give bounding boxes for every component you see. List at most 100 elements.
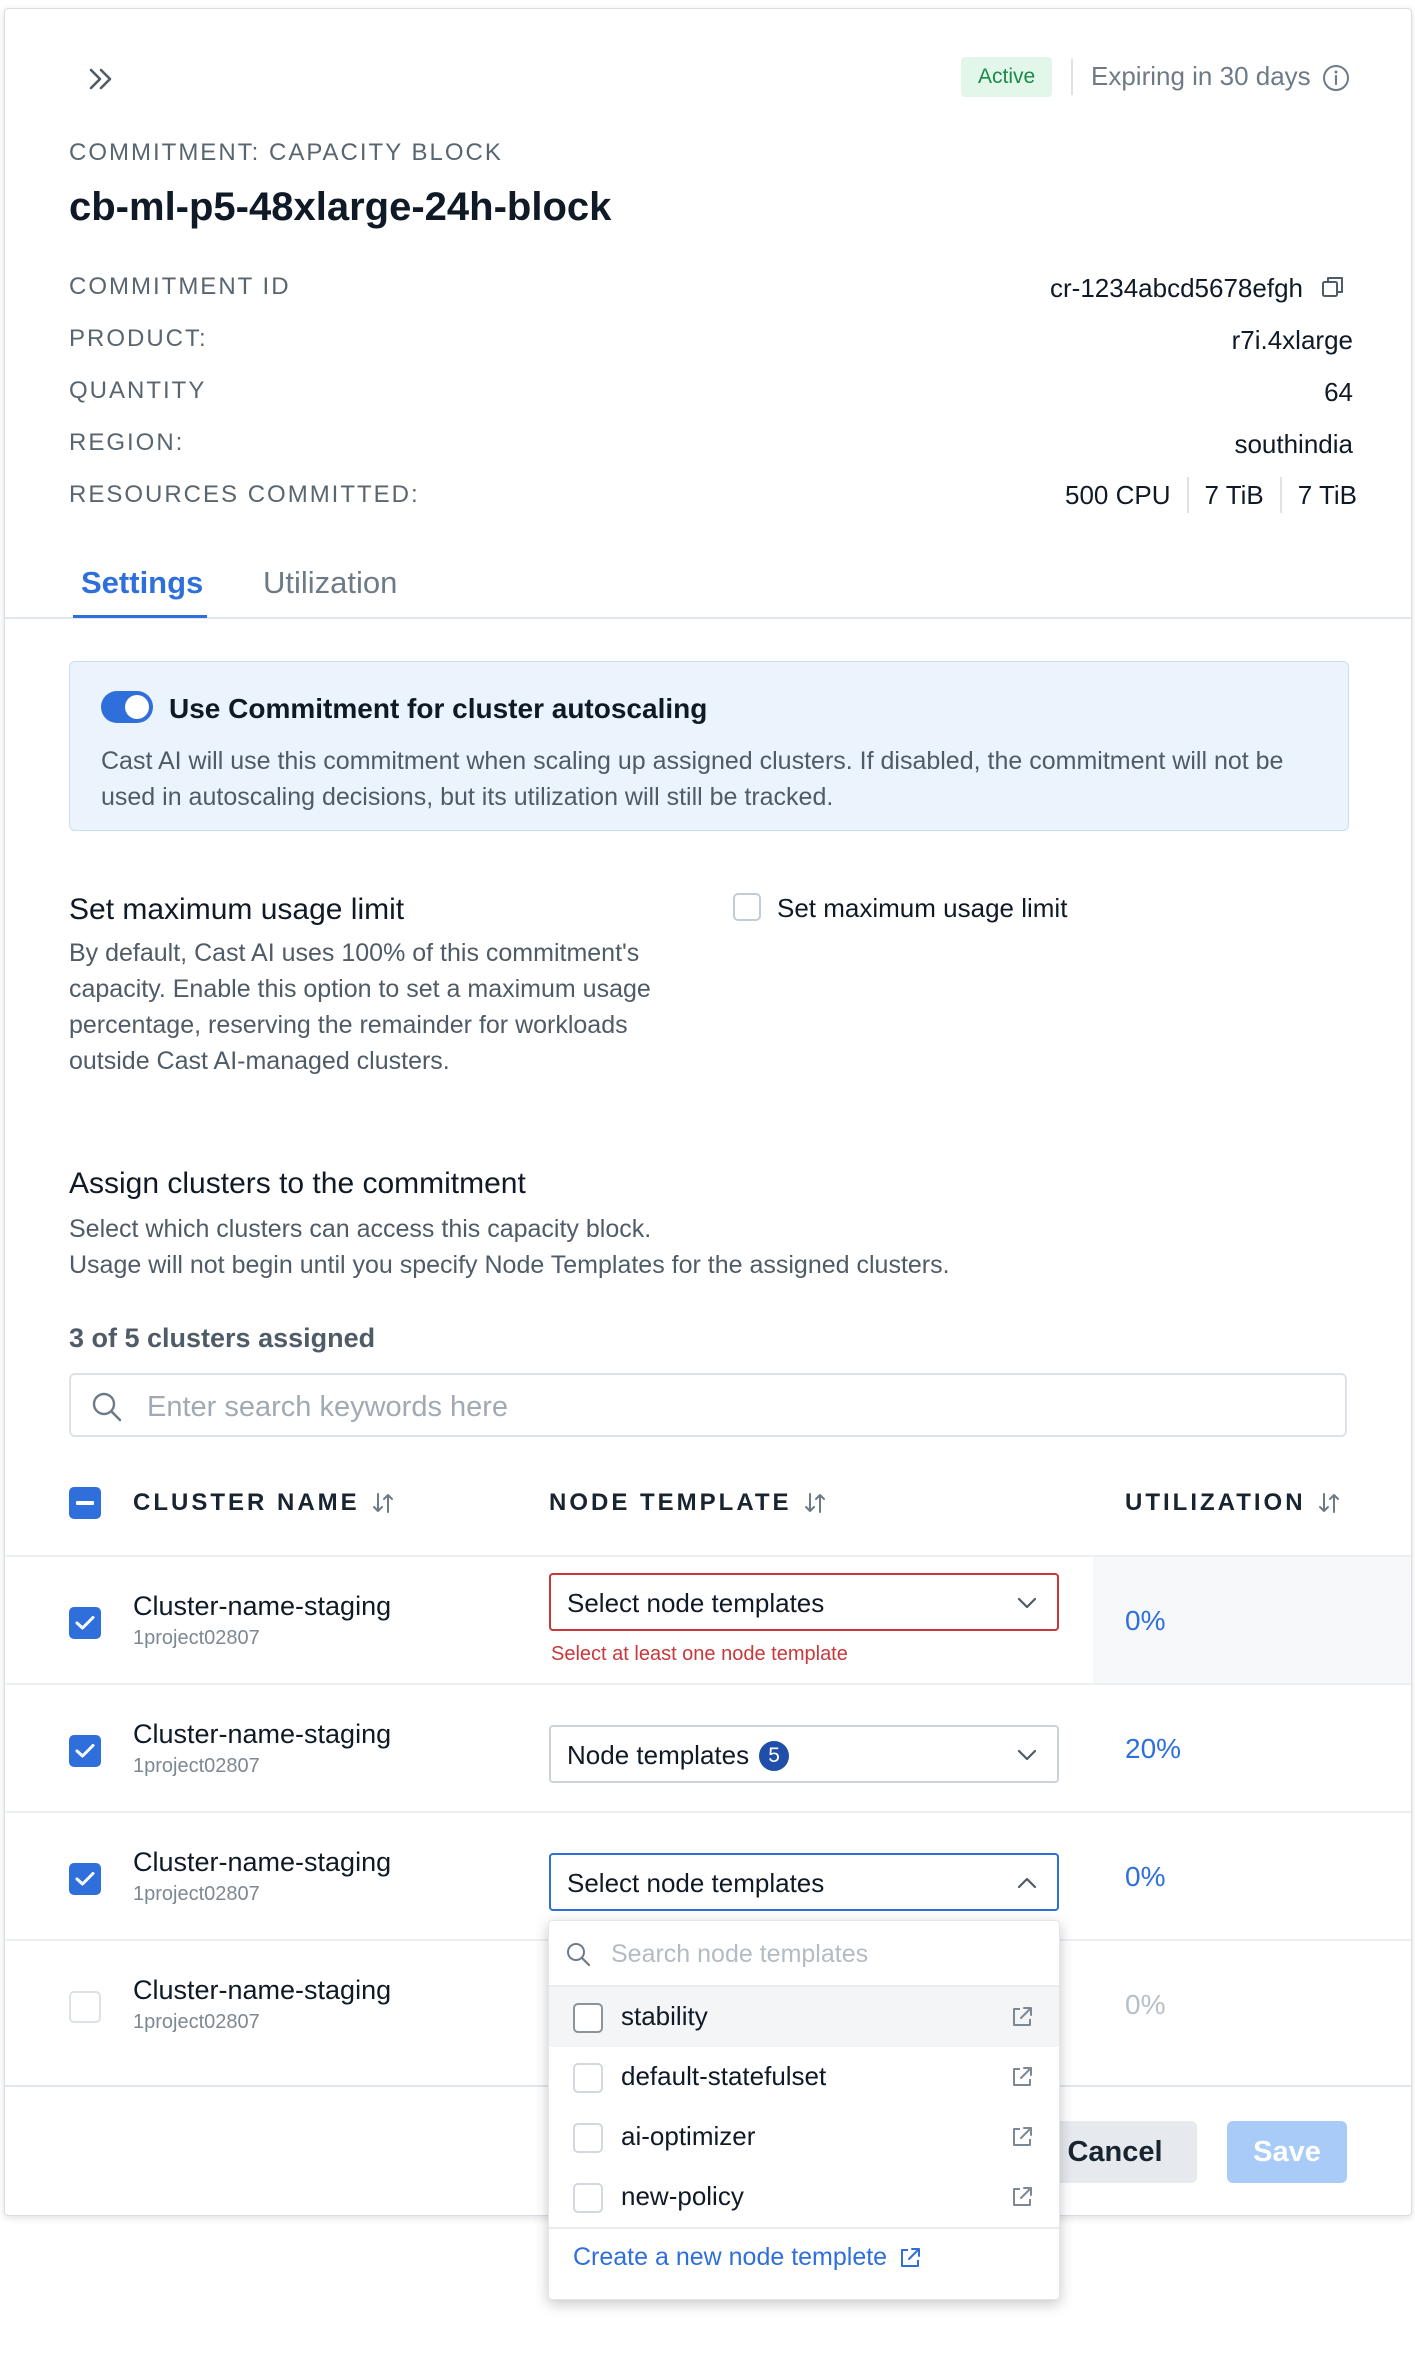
usage-limit-checkbox-label[interactable]: Set maximum usage limit [777,893,1067,924]
cluster-name: Cluster-name-staging [133,1975,392,2005]
save-button[interactable]: Save [1227,2121,1347,2183]
row-checkbox[interactable] [69,1735,101,1767]
product-value: r7i.4xlarge [1231,325,1353,355]
external-link-icon[interactable] [1009,2064,1035,2090]
row-checkbox[interactable] [69,1863,101,1895]
utilization-value: 0% [1125,1989,1166,2020]
search-placeholder: Enter search keywords here [147,1391,509,1423]
column-header-cluster-name[interactable]: CLUSTER NAME [133,1489,396,1517]
column-header-label: NODE TEMPLATE [549,1489,792,1516]
quantity-label: QUANTITY [69,377,207,404]
external-link-icon[interactable] [1009,2004,1035,2030]
select-value: Select node templates [567,1868,825,1898]
region-value: southindia [1234,429,1353,459]
node-template-select[interactable]: Node templates 5 [549,1725,1059,1783]
utilization-value[interactable]: 20% [1125,1733,1181,1765]
node-template-select-open[interactable]: Select node templates [549,1853,1059,1911]
select-value: Node templates 5 [567,1740,790,1771]
chevron-down-icon [1017,1749,1037,1761]
row-divider [5,1683,1411,1685]
option-label: ai-optimizer [621,2121,756,2151]
dropdown-option[interactable]: stability [549,1987,1059,2047]
column-header-label: UTILIZATION [1125,1489,1306,1516]
commitment-drawer: Active Expiring in 30 days COMMITMENT: C… [4,8,1412,2216]
autoscaling-title: Use Commitment for cluster autoscaling [169,693,708,724]
external-link-icon [901,2247,921,2267]
cluster-search-input[interactable]: Enter search keywords here [69,1373,1347,1437]
node-template-search-input[interactable]: Search node templates [549,1921,1059,1987]
utilization-value[interactable]: 0% [1125,1861,1165,1893]
divider [1071,59,1073,95]
divider [1279,477,1282,513]
option-checkbox[interactable] [573,2183,603,2213]
assign-description-2: Usage will not begin until you specify N… [69,1251,950,1279]
row-checkbox[interactable] [69,1991,101,2023]
option-label: new-policy [621,2181,744,2211]
usage-limit-checkbox[interactable] [733,893,761,921]
check-icon [75,1744,95,1758]
search-placeholder: Search node templates [611,1940,869,1968]
resource-storage: 7 TiB [1297,479,1357,510]
autoscaling-description: Cast AI will use this commitment when sc… [101,747,1284,811]
option-checkbox[interactable] [573,2063,603,2093]
cluster-name: Cluster-name-staging [133,1719,392,1749]
select-value: Select node templates [567,1588,825,1618]
create-link-label: Create a new node templete [573,2243,888,2271]
resource-cpu: 500 CPU [1065,479,1171,510]
cluster-project: 1project02807 [133,1627,260,1649]
tab-utilization[interactable]: Utilization [263,565,397,601]
assign-description-1: Select which clusters can access this ca… [69,1215,652,1243]
product-label: PRODUCT: [69,325,208,352]
resources-values: 500 CPU 7 TiB 7 TiB [1065,477,1357,513]
page-title: cb-ml-p5-48xlarge-24h-block [69,185,612,229]
commitment-id-label: COMMITMENT ID [69,273,291,300]
region-label: REGION: [69,429,185,456]
validation-error: Select at least one node template [551,1643,848,1665]
external-link-icon[interactable] [1009,2124,1035,2150]
commitment-id-value: cr-1234abcd5678efgh [1050,273,1303,303]
assign-title: Assign clusters to the commitment [69,1167,526,1200]
search-icon [92,1392,122,1422]
create-node-template-link[interactable]: Create a new node templete [573,2243,923,2272]
divider [1186,477,1189,513]
node-template-select[interactable]: Select node templates [549,1573,1059,1631]
autoscaling-toggle[interactable] [101,691,153,723]
minus-icon [76,1501,94,1505]
active-tab-indicator [73,615,207,618]
dropdown-divider [549,2227,1059,2229]
sort-icon [1318,1493,1339,1513]
expiry-text: Expiring in 30 days [1091,61,1311,91]
dropdown-option[interactable]: ai-optimizer [549,2107,1059,2167]
column-header-utilization[interactable]: UTILIZATION [1125,1489,1342,1517]
option-checkbox[interactable] [573,2003,603,2033]
dropdown-option[interactable]: default-statefulset [549,2047,1059,2107]
option-checkbox[interactable] [573,2123,603,2153]
resource-memory: 7 TiB [1204,479,1264,510]
page-eyebrow: COMMITMENT: CAPACITY BLOCK [69,139,503,166]
external-link-icon[interactable] [1009,2184,1035,2210]
chevron-up-icon [1017,1877,1037,1889]
sort-icon [804,1493,825,1513]
row-divider [5,1811,1411,1813]
option-label: stability [621,2001,708,2031]
dropdown-option[interactable]: new-policy [549,2167,1059,2227]
usage-limit-description: By default, Cast AI uses 100% of this co… [69,939,651,1075]
utilization-value[interactable]: 0% [1125,1605,1165,1637]
option-label: default-statefulset [621,2061,827,2091]
copy-icon[interactable] [1319,273,1347,301]
cluster-name: Cluster-name-staging [133,1847,392,1877]
select-all-checkbox[interactable] [69,1487,101,1519]
check-icon [75,1616,95,1630]
row-checkbox[interactable] [69,1607,101,1639]
info-icon[interactable] [1321,63,1351,93]
assigned-count: 3 of 5 clusters assigned [69,1323,376,1353]
chevron-down-icon [1017,1597,1037,1609]
toggle-knob [125,695,149,719]
cluster-name: Cluster-name-staging [133,1591,392,1621]
tab-settings[interactable]: Settings [81,565,203,601]
quantity-value: 64 [1324,377,1353,407]
column-header-node-template[interactable]: NODE TEMPLATE [549,1489,828,1517]
resources-label: RESOURCES COMMITTED: [69,481,420,508]
collapse-chevrons-icon[interactable] [83,61,119,97]
search-icon [567,1943,591,1967]
